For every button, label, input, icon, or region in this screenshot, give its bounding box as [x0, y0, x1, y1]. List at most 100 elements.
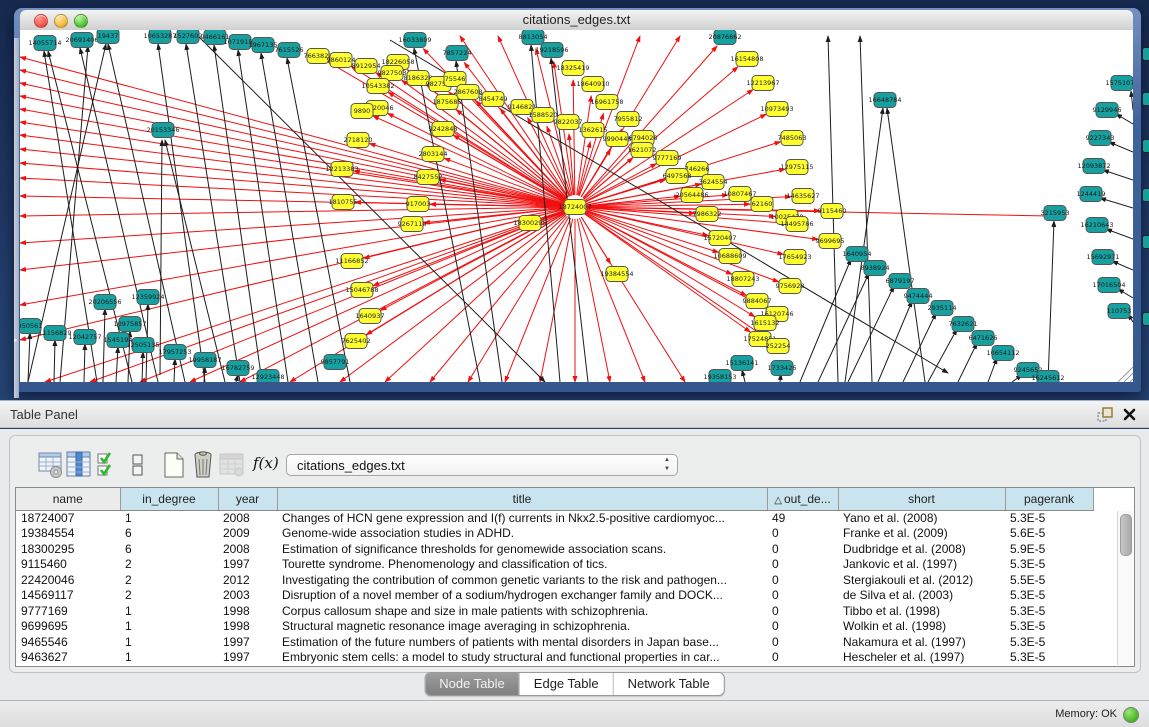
network-node[interactable]: 8813054 [519, 30, 548, 45]
table-cell[interactable]: 1 [120, 603, 218, 619]
network-node[interactable]: 18325419 [556, 61, 589, 76]
table-cell[interactable]: Estimation of the future numbers of pati… [277, 634, 767, 650]
table-cell[interactable]: 5.3E-5 [1005, 619, 1093, 635]
table-row[interactable]: 946362711997Embryonic stem cells: a mode… [16, 650, 1093, 666]
network-node[interactable]: 14635627 [786, 189, 819, 204]
network-node[interactable]: 15720407 [703, 231, 736, 246]
table-cell[interactable]: Changes of HCN gene expression and I(f) … [277, 510, 767, 526]
network-node[interactable]: 9242848 [429, 122, 458, 137]
table-cell[interactable]: 1 [120, 619, 218, 635]
table-cell[interactable]: 18300295 [16, 541, 120, 557]
network-node[interactable]: 62160 [751, 197, 773, 212]
table-cell[interactable]: Wolkin et al. (1998) [838, 619, 1005, 635]
table-cell[interactable]: 0 [767, 603, 838, 619]
network-node[interactable]: 3215953 [1041, 206, 1070, 221]
network-node[interactable]: 9227343 [1086, 131, 1115, 146]
network-node[interactable]: 20691406 [65, 33, 98, 48]
network-node[interactable]: 11166852 [335, 254, 368, 269]
table-cell[interactable]: 5.3E-5 [1005, 634, 1093, 650]
network-node[interactable]: 3624554 [699, 175, 728, 190]
network-node[interactable]: 252254 [766, 339, 791, 354]
table-cell[interactable]: Disruption of a novel member of a sodium… [277, 588, 767, 604]
table-settings-icon[interactable] [37, 450, 65, 480]
table-cell[interactable]: 0 [767, 557, 838, 573]
table-cell[interactable]: 5.3E-5 [1005, 510, 1093, 526]
table-cell[interactable]: Jankovic et al. (1997) [838, 557, 1005, 573]
function-builder-icon[interactable]: f(x) [253, 454, 281, 484]
network-node[interactable]: 16648784 [868, 93, 901, 108]
network-node[interactable]: 20206556 [88, 295, 121, 310]
float-window-icon[interactable] [1097, 407, 1113, 423]
new-table-icon[interactable] [160, 450, 188, 480]
network-node[interactable]: 7485063 [778, 131, 807, 146]
network-node[interactable]: 1733426 [768, 361, 797, 376]
network-node[interactable]: 110753 [1107, 304, 1132, 319]
table-cell[interactable]: 0 [767, 588, 838, 604]
table-row[interactable]: 1830029562008Estimation of significance … [16, 541, 1093, 557]
network-node[interactable]: 9474444 [904, 289, 933, 304]
table-cell[interactable]: 5.3E-5 [1005, 588, 1093, 604]
network-node[interactable]: 6471626 [969, 331, 998, 346]
column-header-out-de-[interactable]: △out_de... [767, 488, 838, 510]
network-node[interactable]: 12042757 [68, 330, 101, 345]
network-node[interactable]: 17654923 [778, 250, 811, 265]
network-node[interactable]: 16033809 [398, 33, 431, 48]
network-node[interactable]: 16154808 [730, 52, 763, 67]
table-cell[interactable]: 2 [120, 557, 218, 573]
table-cell[interactable]: Hescheler et al. (1997) [838, 650, 1005, 666]
table-cell[interactable]: 2009 [218, 526, 277, 542]
table-cell[interactable]: 2008 [218, 510, 277, 526]
network-node[interactable]: 1244419 [1077, 187, 1106, 202]
network-node[interactable]: 12213967 [746, 76, 779, 91]
table-cell[interactable]: Investigating the contribution of common… [277, 572, 767, 588]
network-node[interactable]: 6879197 [886, 274, 915, 289]
column-header-name[interactable]: name [16, 488, 120, 510]
network-node[interactable]: 9115460 [818, 204, 847, 219]
close-icon[interactable] [1122, 407, 1137, 422]
table-cell[interactable]: Structural magnetic resonance image aver… [277, 619, 767, 635]
network-node[interactable]: 12923448 [251, 370, 284, 383]
delete-row-icon[interactable] [189, 450, 217, 480]
table-row[interactable]: 2242004622012Investigating the contribut… [16, 572, 1093, 588]
tab-network-table[interactable]: Network Table [614, 673, 724, 695]
network-node[interactable]: 2718120 [344, 133, 373, 148]
table-cell[interactable]: 2 [120, 572, 218, 588]
table-cell[interactable]: 9699695 [16, 619, 120, 635]
table-cell[interactable]: 0 [767, 650, 838, 666]
table-row[interactable]: 977716911998Corpus callosum shape and si… [16, 603, 1093, 619]
network-node[interactable]: 10654112 [986, 346, 1019, 361]
network-node[interactable]: 1967135 [249, 38, 278, 53]
network-node[interactable]: 11156829 [38, 326, 71, 341]
network-node[interactable]: 7632621 [949, 317, 978, 332]
network-node[interactable]: 1875685 [433, 95, 462, 110]
network-node[interactable]: 7615526 [275, 43, 304, 58]
table-cell[interactable]: 9777169 [16, 603, 120, 619]
table-cell[interactable]: 2012 [218, 572, 277, 588]
table-row[interactable]: 911546021997Tourette syndrome. Phenomeno… [16, 557, 1093, 573]
table-cell[interactable]: 1998 [218, 603, 277, 619]
network-node[interactable]: 10688609 [713, 249, 746, 264]
delete-table-icon[interactable] [218, 450, 246, 480]
node-table[interactable]: namein_degreeyeartitle△out_de...shortpag… [16, 488, 1094, 665]
network-node[interactable]: 19437 [97, 30, 119, 44]
network-node[interactable]: 9990448 [603, 132, 632, 147]
network-node[interactable]: 16782759 [221, 361, 254, 376]
network-node[interactable]: 2935114 [928, 301, 957, 316]
tab-edge-table[interactable]: Edge Table [520, 673, 614, 695]
network-node[interactable]: 8912954 [352, 59, 381, 74]
network-node[interactable]: 8427552 [414, 170, 443, 185]
network-node[interactable]: 16961758 [590, 95, 623, 110]
column-header-short[interactable]: short [838, 488, 1005, 510]
network-node[interactable]: 20564486 [675, 188, 708, 203]
table-cell[interactable]: 0 [767, 572, 838, 588]
network-node[interactable]: 7625402 [342, 334, 371, 349]
column-header-pagerank[interactable]: pagerank [1005, 488, 1093, 510]
network-node[interactable]: 9857791 [321, 355, 350, 370]
network-node[interactable]: 15751074 [1105, 76, 1133, 91]
panel-collapse-icon[interactable]: ▸ [14, 336, 18, 344]
column-header-year[interactable]: year [218, 488, 277, 510]
table-cell[interactable]: 22420046 [16, 572, 120, 588]
network-node[interactable]: 917003 [406, 197, 431, 212]
table-cell[interactable]: 18724007 [16, 510, 120, 526]
table-cell[interactable]: 1 [120, 510, 218, 526]
